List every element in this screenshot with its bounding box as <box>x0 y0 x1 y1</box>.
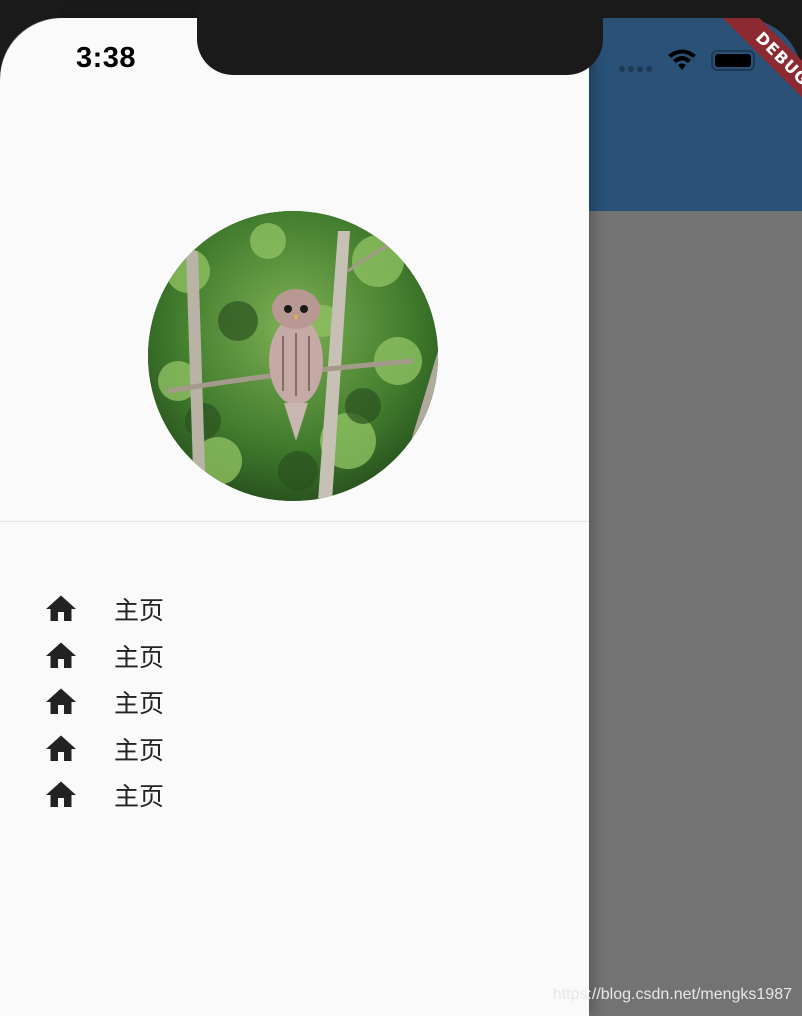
menu-item-label: 主页 <box>114 782 165 812</box>
screen-corner-left <box>0 0 60 80</box>
menu-item-home-5[interactable]: 主页 <box>0 772 589 819</box>
drawer-scrim[interactable] <box>589 211 802 1016</box>
owl-photo <box>148 211 438 501</box>
device-notch <box>197 0 603 75</box>
menu-list: 主页 主页 主页 主页 主页 <box>0 586 589 819</box>
menu-item-home-3[interactable]: 主页 <box>0 679 589 726</box>
home-icon <box>46 688 76 715</box>
avatar[interactable] <box>148 211 438 501</box>
menu-item-label: 主页 <box>114 596 165 626</box>
menu-item-label: 主页 <box>114 689 165 719</box>
drawer-header <box>0 18 589 522</box>
watermark: https://blog.csdn.net/mengks1987 <box>552 986 792 1003</box>
menu-item-label: 主页 <box>114 735 165 765</box>
status-time: 3:38 <box>76 42 137 74</box>
home-icon <box>46 735 76 761</box>
menu-item-label: 主页 <box>114 642 165 672</box>
menu-item-home-4[interactable]: 主页 <box>0 726 589 773</box>
menu-item-home-1[interactable]: 主页 <box>0 586 589 633</box>
signal-icon <box>619 66 652 72</box>
home-icon <box>46 595 76 622</box>
navigation-drawer: 主页 主页 主页 主页 主页 <box>0 18 589 1016</box>
home-icon <box>46 642 76 668</box>
debug-banner-label: DEBUG <box>716 18 802 125</box>
home-icon <box>46 781 76 808</box>
menu-item-home-2[interactable]: 主页 <box>0 633 589 680</box>
debug-banner: DEBUG <box>692 18 802 128</box>
